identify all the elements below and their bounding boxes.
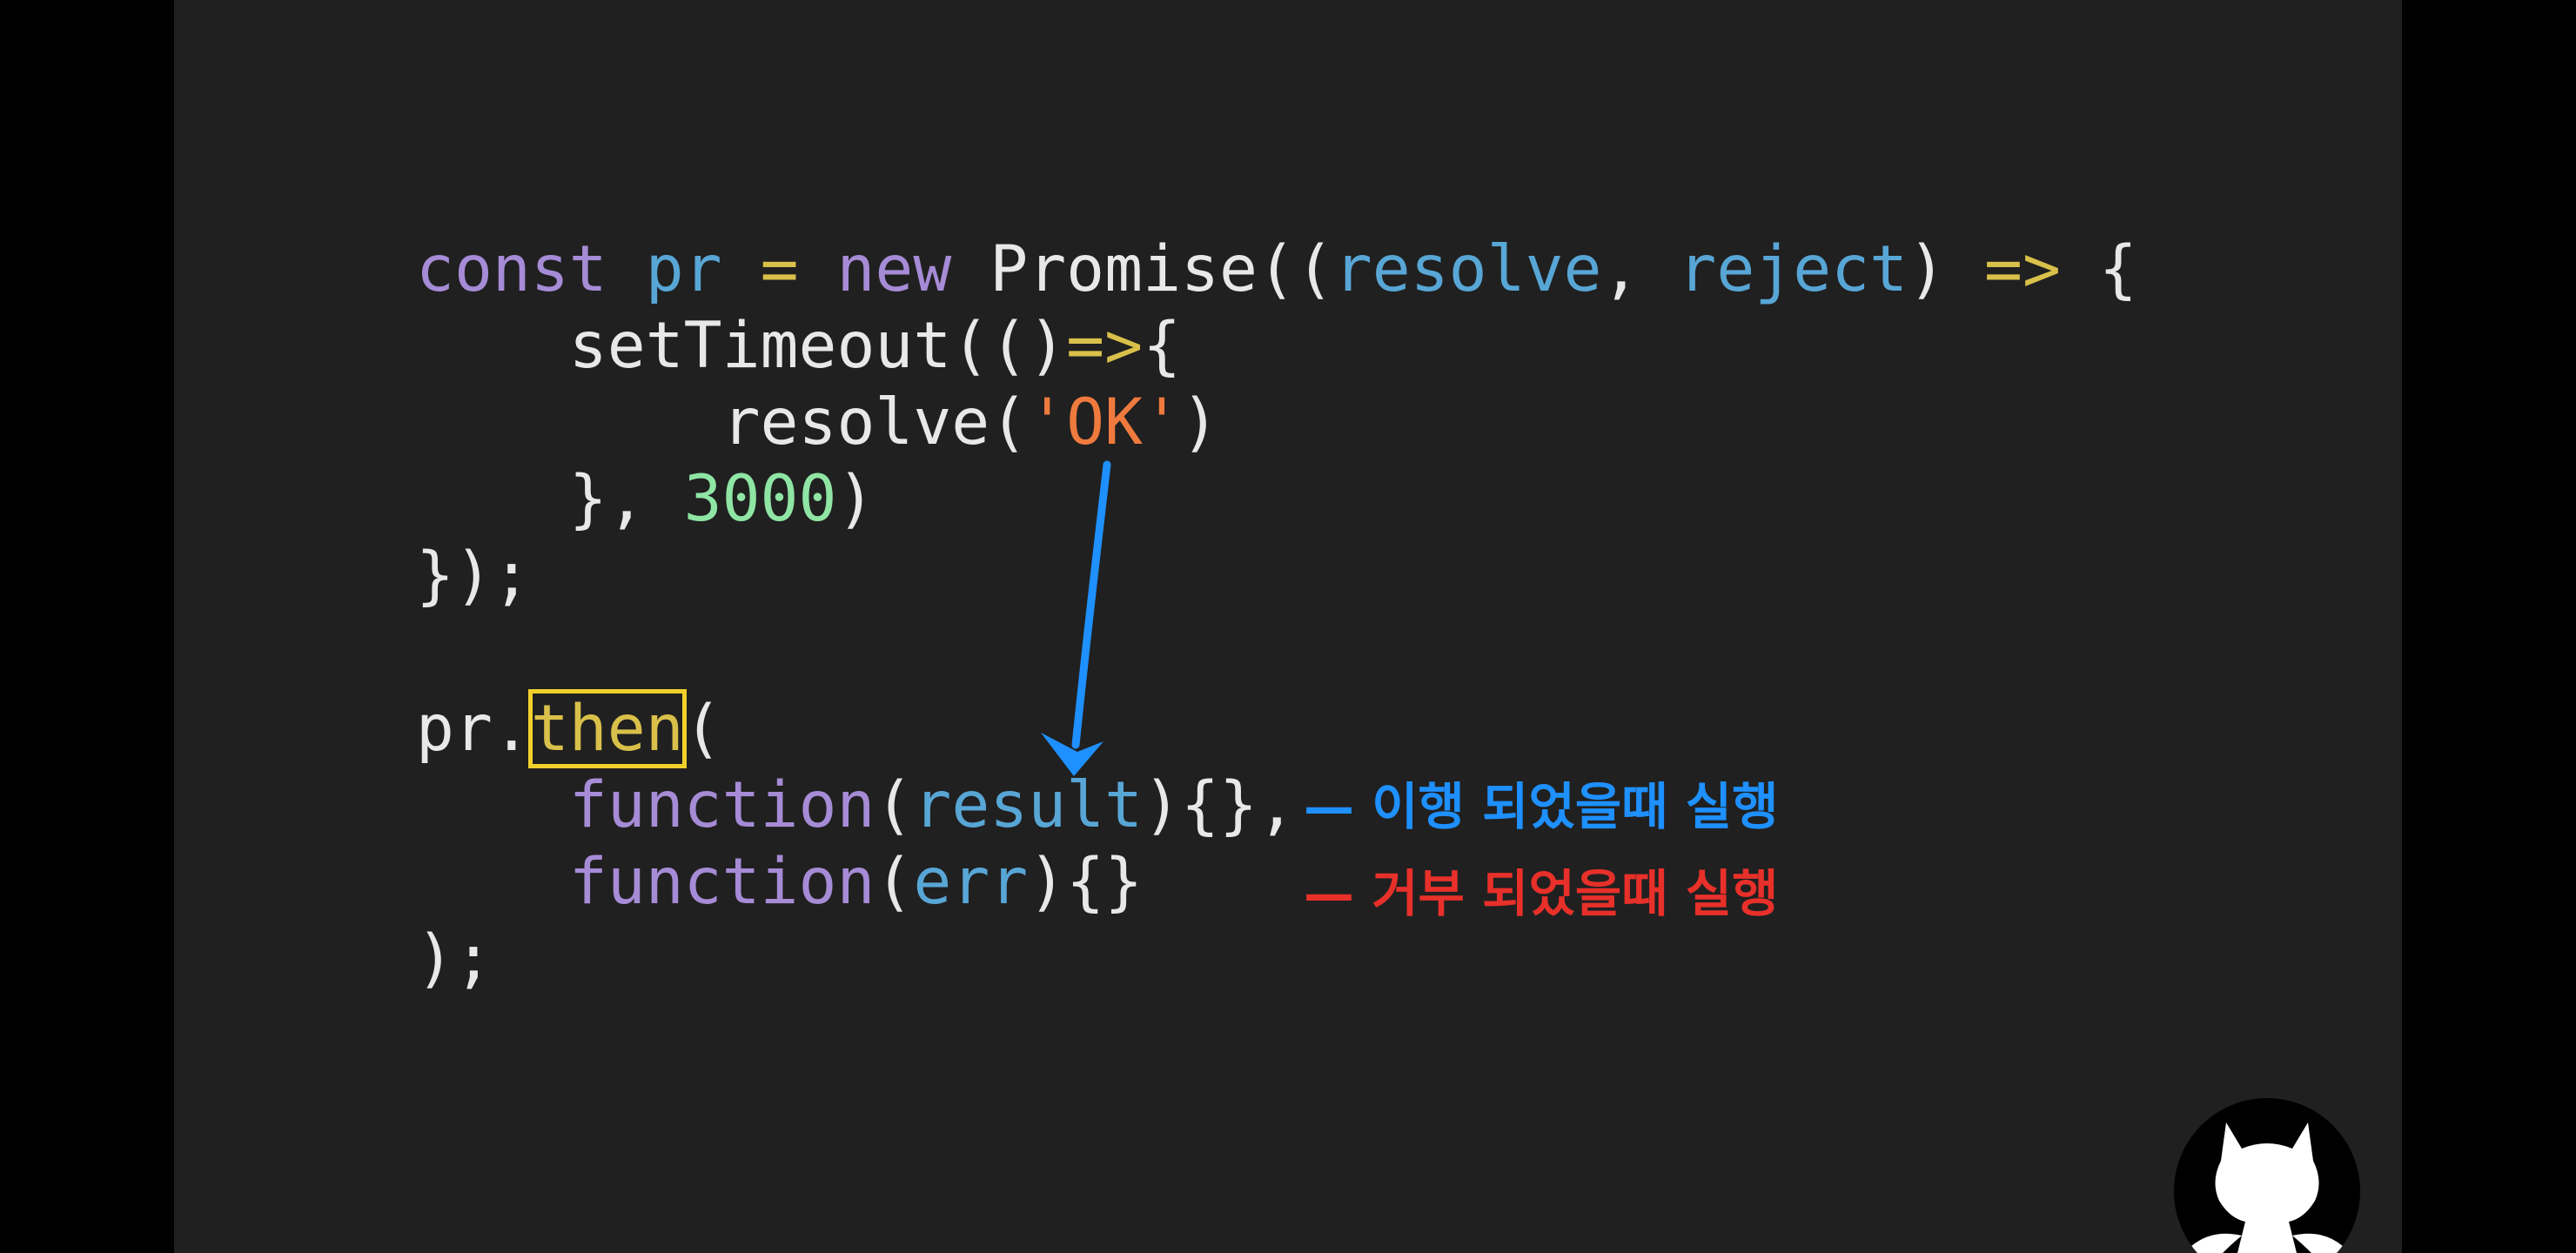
code-token: function [568, 768, 875, 842]
code-token: function [568, 845, 875, 919]
code-token: { [2060, 232, 2137, 306]
code-token: }); [416, 539, 531, 613]
code-token: result [913, 768, 1144, 842]
resolve-annotation: — 이행 되었을때 실행 [1304, 777, 1779, 836]
code-line: const pr = new Promise((resolve, reject)… [416, 231, 2137, 308]
mascot-wing-right [2292, 1233, 2343, 1253]
code-token: resolve( [416, 385, 1029, 459]
code-token: err [913, 845, 1029, 919]
lecture-slide: const pr = new Promise((resolve, reject)… [174, 0, 2402, 1253]
code-token: 3000 [683, 462, 837, 536]
code-token: pr. [416, 692, 531, 766]
code-line: ); [416, 921, 2137, 997]
code-token: => [1984, 232, 2061, 306]
code-line: setTimeout(()=>{ [416, 308, 2137, 385]
code-token: , [1601, 232, 1679, 306]
code-line: }); [416, 538, 2137, 614]
code-line: }, 3000) [416, 461, 2137, 538]
code-token: reject [1678, 232, 1909, 306]
code-token: = [760, 232, 799, 306]
code-token: resolve [1333, 232, 1602, 306]
devil-cat-mascot-icon [2174, 1098, 2360, 1253]
code-line: pr.then( [416, 689, 2137, 768]
code-token: ) [1181, 385, 1219, 459]
code-token: setTimeout(() [416, 309, 1067, 383]
code-token: }, [416, 462, 684, 536]
code-token: ) [836, 462, 875, 536]
code-token: ){}, [1143, 768, 1296, 842]
code-token: { [1143, 309, 1182, 383]
mascot-wing-left [2191, 1233, 2242, 1253]
reject-annotation: — 거부 되었을때 실행 [1304, 864, 1779, 923]
code-token: ( [875, 768, 914, 842]
code-block: const pr = new Promise((resolve, reject)… [416, 231, 2137, 997]
mascot-silhouette [2215, 1122, 2319, 1253]
highlighted-then-token: then [527, 689, 687, 768]
code-token: ( [683, 692, 722, 766]
code-token: => [1066, 309, 1144, 383]
code-line: function(err){} [416, 844, 2137, 921]
code-line: function(result){}, [416, 767, 2137, 844]
code-token: ( [875, 845, 914, 919]
code-token: pr [645, 232, 722, 306]
code-token: ){} [1028, 845, 1144, 919]
code-token: 'OK' [1028, 385, 1182, 459]
code-line: resolve('OK') [416, 385, 2137, 461]
code-token: ); [416, 921, 493, 995]
code-token: const [416, 232, 607, 306]
code-token: Promise(( [951, 232, 1334, 306]
code-token: new [836, 232, 952, 306]
code-token: ) [1908, 232, 1984, 306]
